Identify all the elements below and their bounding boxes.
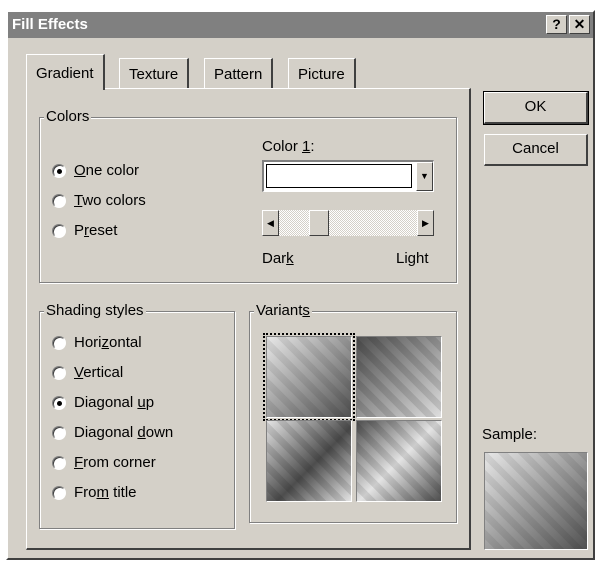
tab-pattern[interactable]: Pattern bbox=[204, 58, 274, 88]
variant-1[interactable] bbox=[263, 333, 355, 421]
slider-right-arrow-icon[interactable]: ▶ bbox=[417, 210, 434, 236]
radio-two-colors-label: Two colors bbox=[74, 192, 146, 209]
radio-from-title-label: From title bbox=[74, 484, 137, 501]
radio-vertical-label: Vertical bbox=[74, 364, 124, 381]
sample-preview bbox=[484, 452, 588, 550]
color-1-label: Color 1: bbox=[262, 138, 315, 155]
radio-button[interactable] bbox=[52, 224, 66, 238]
fill-effects-dialog: Fill Effects ? ✕ Gradient Texture Patter… bbox=[6, 10, 595, 560]
radio-dot bbox=[57, 401, 62, 406]
tab-picture[interactable]: Picture bbox=[288, 58, 356, 88]
radio-button[interactable] bbox=[52, 426, 66, 440]
slider-thumb[interactable] bbox=[308, 210, 329, 236]
variant-2[interactable] bbox=[356, 336, 442, 418]
radio-diagonal-up-label: Diagonal up bbox=[74, 394, 155, 411]
chevron-down-icon[interactable]: ▼ bbox=[416, 162, 433, 191]
radio-dot bbox=[57, 169, 62, 174]
variants-group: Variants bbox=[249, 302, 457, 523]
tab-texture[interactable]: Texture bbox=[119, 58, 190, 88]
radio-preset-label: Preset bbox=[74, 222, 118, 239]
radio-from-corner-label: From corner bbox=[74, 454, 156, 471]
dark-label: Dark bbox=[262, 250, 294, 267]
dialog-title: Fill Effects bbox=[12, 16, 88, 33]
shading-styles-group: Shading styles Horizontal Vertical Diago… bbox=[39, 302, 235, 529]
variant-4[interactable] bbox=[356, 420, 442, 502]
help-button[interactable]: ? bbox=[546, 15, 567, 34]
colors-group-legend: Colors bbox=[44, 108, 92, 125]
radio-horizontal-label: Horizontal bbox=[74, 334, 142, 351]
radio-one-color-label: One color bbox=[74, 162, 140, 179]
light-label: Light bbox=[396, 250, 429, 267]
tab-pattern-label: Pattern bbox=[214, 66, 263, 83]
sample-label: Sample: bbox=[482, 426, 538, 443]
radio-button[interactable] bbox=[52, 366, 66, 380]
radio-button[interactable] bbox=[52, 336, 66, 350]
title-bar[interactable]: Fill Effects ? ✕ bbox=[8, 12, 593, 38]
gradient-tab-panel: Colors One color Two colors Preset Color… bbox=[26, 88, 471, 550]
slider-left-arrow-icon[interactable]: ◀ bbox=[262, 210, 279, 236]
radio-button[interactable] bbox=[52, 456, 66, 470]
shading-styles-legend: Shading styles bbox=[44, 302, 146, 319]
close-button[interactable]: ✕ bbox=[569, 15, 590, 34]
shade-slider[interactable]: ◀ ▶ bbox=[262, 210, 434, 236]
ok-button[interactable]: OK bbox=[483, 91, 589, 125]
radio-diagonal-down-label: Diagonal down bbox=[74, 424, 174, 441]
radio-button[interactable] bbox=[52, 396, 66, 410]
variant-3[interactable] bbox=[266, 420, 352, 502]
colors-group: Colors One color Two colors Preset Color… bbox=[39, 108, 457, 283]
color-1-dropdown[interactable]: ▼ bbox=[262, 160, 434, 192]
tab-texture-label: Texture bbox=[129, 66, 179, 83]
radio-button[interactable] bbox=[52, 486, 66, 500]
variants-legend: Variants bbox=[254, 302, 312, 319]
radio-button[interactable] bbox=[52, 194, 66, 208]
cancel-button[interactable]: Cancel bbox=[484, 134, 588, 166]
tab-picture-label: Picture bbox=[298, 66, 345, 83]
tab-gradient[interactable]: Gradient bbox=[26, 54, 105, 90]
color-swatch bbox=[266, 164, 412, 188]
radio-button[interactable] bbox=[52, 164, 66, 178]
tab-gradient-label: Gradient bbox=[36, 65, 94, 82]
